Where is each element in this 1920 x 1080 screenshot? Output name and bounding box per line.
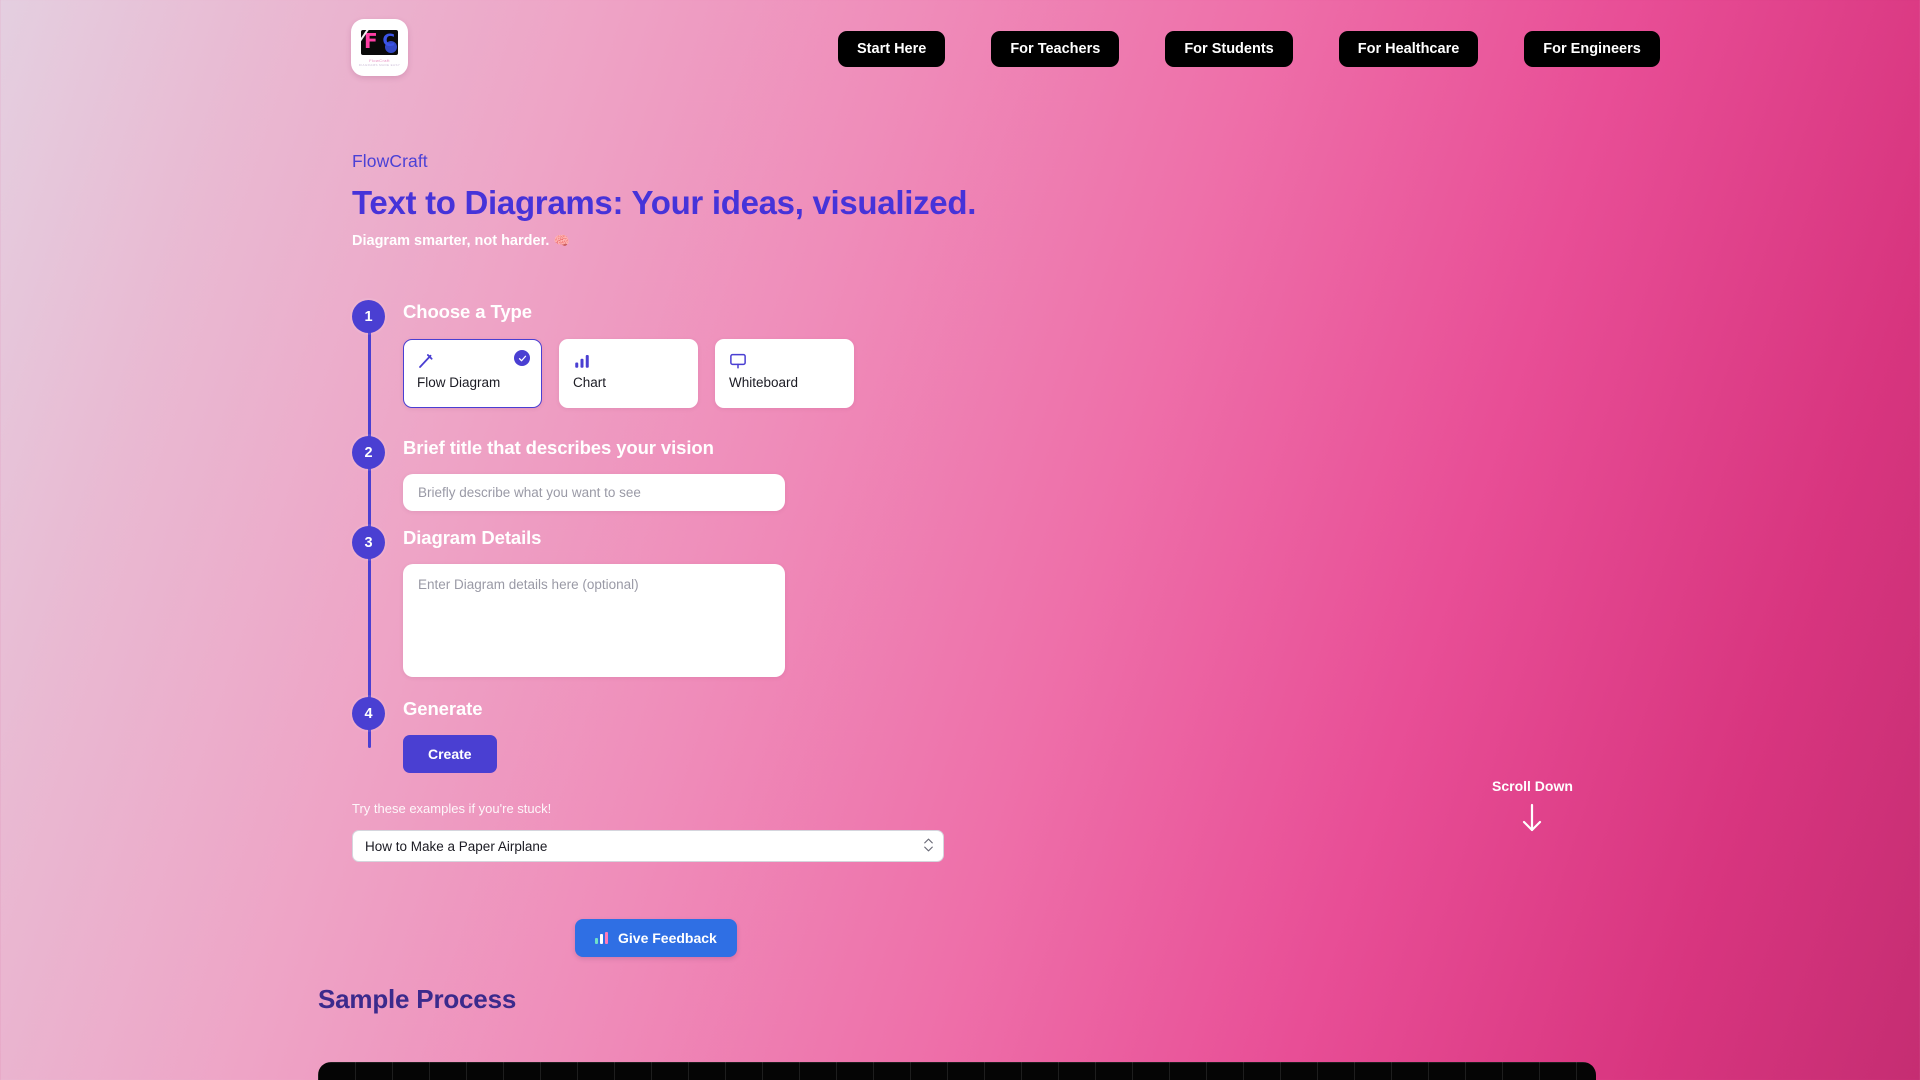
logo-caption-sub: DIAGRAMS MADE EASY <box>358 63 401 67</box>
create-button[interactable]: Create <box>403 735 497 773</box>
nav-item-for-engineers[interactable]: For Engineers <box>1524 31 1660 67</box>
canvas-grid <box>318 1062 1596 1080</box>
give-feedback-label: Give Feedback <box>618 930 717 946</box>
scroll-down-indicator[interactable]: Scroll Down <box>1492 777 1573 838</box>
step-2-badge: 2 <box>352 436 385 469</box>
scroll-down-label: Scroll Down <box>1492 778 1573 794</box>
logo-letter-f: F <box>364 30 378 53</box>
step-4-badge: 4 <box>352 697 385 730</box>
monitor-icon <box>729 352 840 374</box>
step-1-badge: 1 <box>352 300 385 333</box>
step-3: 3 Diagram Details <box>352 526 1052 682</box>
feedback-bars-icon <box>595 932 608 944</box>
step-1: 1 Choose a Type Flow Diagram Chart White… <box>352 300 1052 408</box>
logo-caption: FlowCraft DIAGRAMS MADE EASY <box>359 58 401 68</box>
examples-hint: Try these examples if you're stuck! <box>352 801 552 816</box>
brain-emoji-icon: 🧠 <box>553 234 570 249</box>
logo-mark-icon: F C <box>361 30 398 55</box>
logo-dot-icon <box>385 41 397 53</box>
top-navigation-bar: F C FlowCraft DIAGRAMS MADE EASY Start H… <box>0 0 1920 105</box>
type-card-whiteboard[interactable]: Whiteboard <box>715 339 854 408</box>
type-card-label: Whiteboard <box>729 375 799 390</box>
step-1-label: Choose a Type <box>403 301 532 322</box>
step-2: 2 Brief title that describes your vision <box>352 436 1052 511</box>
hero-section: FlowCraft Text to Diagrams: Your ideas, … <box>352 150 976 251</box>
arrow-down-icon <box>1492 803 1573 838</box>
step-4: 4 Generate Create <box>352 697 1052 773</box>
hero-eyebrow: FlowCraft <box>352 151 428 171</box>
step-3-label: Diagram Details <box>403 527 542 548</box>
app-logo[interactable]: F C FlowCraft DIAGRAMS MADE EASY <box>351 19 408 76</box>
hero-subtitle-text: Diagram smarter, not harder. <box>352 233 550 249</box>
step-3-badge: 3 <box>352 526 385 559</box>
type-card-chart[interactable]: Chart <box>559 339 698 408</box>
type-card-group: Flow Diagram Chart Whiteboard <box>403 339 1052 408</box>
bar-chart-icon <box>573 352 684 374</box>
diagram-title-input[interactable] <box>403 474 785 511</box>
pencil-icon <box>417 352 528 374</box>
step-2-label: Brief title that describes your vision <box>403 437 714 458</box>
step-4-label: Generate <box>403 698 483 719</box>
type-card-flow-diagram[interactable]: Flow Diagram <box>403 339 542 408</box>
nav-item-start-here[interactable]: Start Here <box>838 31 946 67</box>
example-select-wrap: How to Make a Paper Airplane <box>352 817 944 862</box>
example-select[interactable]: How to Make a Paper Airplane <box>352 830 944 862</box>
type-card-label: Chart <box>573 375 607 390</box>
selected-check-icon <box>514 350 530 366</box>
hero-subtitle: Diagram smarter, not harder. 🧠 <box>352 232 976 251</box>
diagram-details-textarea[interactable] <box>403 564 785 677</box>
nav-item-for-students[interactable]: For Students <box>1165 31 1293 67</box>
nav-item-for-teachers[interactable]: For Teachers <box>991 31 1120 67</box>
nav-links: Start Here For Teachers For Students For… <box>838 31 1660 67</box>
page-title: Text to Diagrams: Your ideas, visualized… <box>352 184 977 221</box>
creation-stepper: 1 Choose a Type Flow Diagram Chart White… <box>352 300 1052 773</box>
sample-process-heading: Sample Process <box>318 984 517 1014</box>
sample-process-canvas[interactable] <box>318 1062 1596 1080</box>
type-card-label: Flow Diagram <box>417 375 501 390</box>
examples-section: Try these examples if you're stuck! How … <box>352 800 952 862</box>
nav-item-for-healthcare[interactable]: For Healthcare <box>1338 31 1479 67</box>
give-feedback-button[interactable]: Give Feedback <box>575 919 737 957</box>
